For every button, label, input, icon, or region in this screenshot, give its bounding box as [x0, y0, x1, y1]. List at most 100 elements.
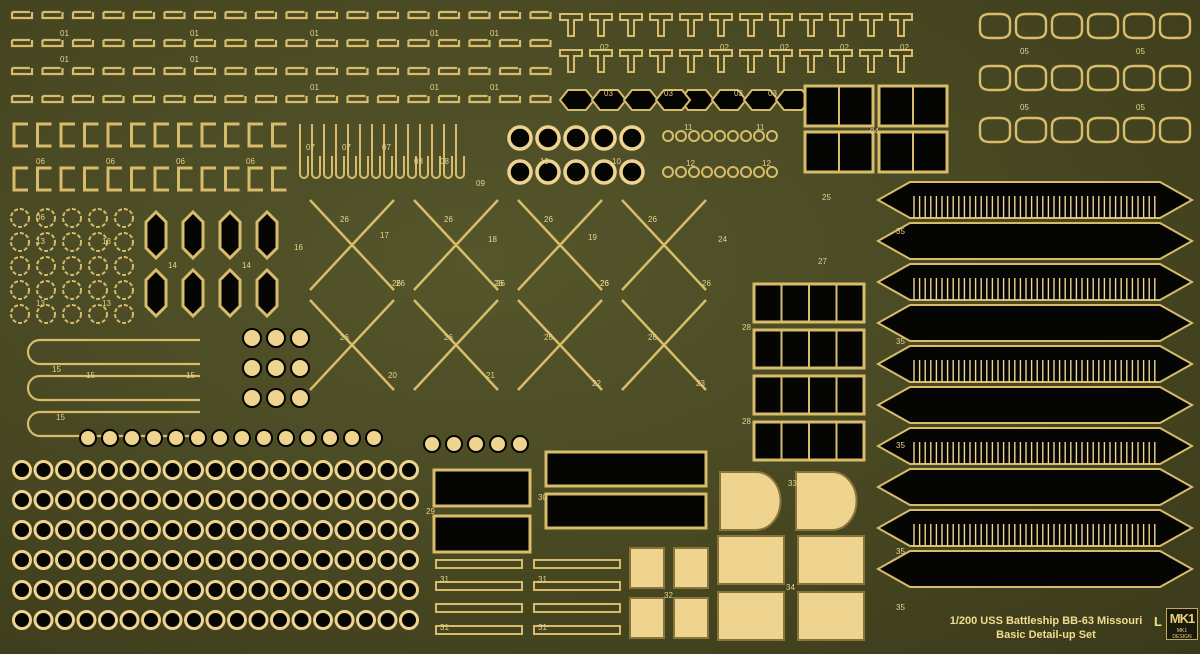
ring-part — [291, 460, 312, 480]
caption-title: 1/200 USS Battleship BB-63 Missouri — [949, 615, 1143, 627]
bracket-part — [769, 49, 793, 73]
part-number-label: 05 — [1020, 47, 1029, 56]
product-caption: 1/200 USS Battleship BB-63 Missouri Basi… — [936, 614, 1156, 642]
rosette-part — [233, 429, 251, 447]
rosette-part — [343, 429, 361, 447]
ladder-part — [533, 603, 621, 613]
part-number-label: 33 — [788, 479, 797, 488]
part-number-label: 03 — [664, 89, 673, 98]
ring-part — [119, 520, 140, 540]
ring-part — [33, 610, 54, 630]
x-frame-part — [309, 199, 395, 291]
etched-parts-layer — [10, 10, 1195, 641]
clamp-part — [1014, 116, 1048, 144]
part-number-label: 01 — [490, 83, 499, 92]
x-frame-part — [517, 199, 603, 291]
ring-part — [205, 460, 226, 480]
hex-hatch-part — [144, 267, 168, 319]
ring-part — [270, 580, 290, 600]
part-number-label: 15 — [56, 413, 65, 422]
ring-part — [313, 610, 333, 630]
door-part — [795, 471, 858, 531]
panel-part — [432, 514, 532, 554]
part-number-label: 14 — [242, 261, 251, 270]
ring-part — [377, 580, 398, 600]
hook-part — [10, 38, 34, 48]
door-part — [673, 547, 709, 589]
hook-part — [10, 66, 34, 76]
hex-hatch-part — [218, 267, 242, 319]
ring-part — [162, 520, 183, 540]
panel-part — [544, 492, 708, 530]
ring-part — [55, 550, 75, 570]
ring-part — [248, 550, 269, 570]
ring-part — [184, 460, 204, 480]
part-number-label: 08 — [440, 157, 449, 166]
ring-part — [507, 125, 533, 151]
c-frame-part — [83, 166, 99, 192]
ring-part — [184, 520, 204, 540]
small-ring-part — [740, 130, 752, 142]
part-number-label: 16 — [294, 243, 303, 252]
hook-part — [71, 38, 95, 48]
rosette-part — [423, 435, 441, 453]
hook-part — [285, 38, 308, 48]
hook-part — [468, 38, 491, 48]
part-number-label: 10 — [540, 157, 549, 166]
ring-part — [334, 550, 355, 570]
hook-part — [132, 38, 156, 48]
ring-part — [33, 460, 54, 480]
bracket-part — [799, 13, 823, 37]
c-frame-part — [130, 166, 146, 192]
ring-part — [227, 460, 247, 480]
part-number-label: 06 — [176, 157, 185, 166]
hex-hatch-part — [255, 267, 279, 319]
ring-part — [33, 490, 54, 510]
ring-part — [55, 580, 75, 600]
part-number-label: 07 — [342, 143, 351, 152]
ring-part — [98, 610, 118, 630]
clamp-part — [1086, 64, 1120, 92]
ring-part — [270, 520, 290, 540]
part-number-label: 35 — [896, 441, 905, 450]
part-number-label: 35 — [896, 547, 905, 556]
ring-part — [356, 550, 376, 570]
part-number-label: 19 — [588, 233, 597, 242]
ring-part — [313, 520, 333, 540]
rosette-part — [511, 435, 529, 453]
door-part — [629, 597, 665, 639]
part-number-label: 31 — [440, 575, 449, 584]
part-number-label: 17 — [380, 231, 389, 240]
clamp-part — [1050, 64, 1084, 92]
wheel-part — [62, 208, 82, 228]
hex-hatch-part — [144, 209, 168, 261]
hook-part — [431, 124, 441, 179]
part-number-label: 13 — [36, 237, 45, 246]
part-number-label: 06 — [246, 157, 255, 166]
hook-part — [498, 10, 522, 20]
ladder-part — [435, 603, 523, 613]
c-frame-part — [106, 122, 122, 148]
c-frame-part — [177, 122, 193, 148]
part-number-label: 10 — [612, 157, 621, 166]
part-number-label: 27 — [818, 257, 827, 266]
ring-part — [313, 580, 333, 600]
ring-part — [563, 125, 589, 151]
clamp-part — [1122, 12, 1156, 40]
c-frame-part — [36, 166, 52, 192]
rosette-part — [277, 429, 295, 447]
x-frame-part — [309, 299, 395, 391]
part-number-label: 26 — [444, 215, 453, 224]
hook-part — [407, 94, 430, 104]
ring-part — [399, 520, 419, 540]
rosette-part — [101, 429, 119, 447]
part-number-label: 35 — [896, 603, 905, 612]
part-number-label: 30 — [538, 493, 547, 502]
hook-part — [163, 66, 186, 76]
part-number-label: 34 — [786, 583, 795, 592]
wheel-part — [10, 304, 30, 324]
rosette-part — [266, 388, 286, 408]
ring-part — [334, 520, 355, 540]
part-number-label: 13 — [102, 299, 111, 308]
c-frame-part — [177, 166, 193, 192]
